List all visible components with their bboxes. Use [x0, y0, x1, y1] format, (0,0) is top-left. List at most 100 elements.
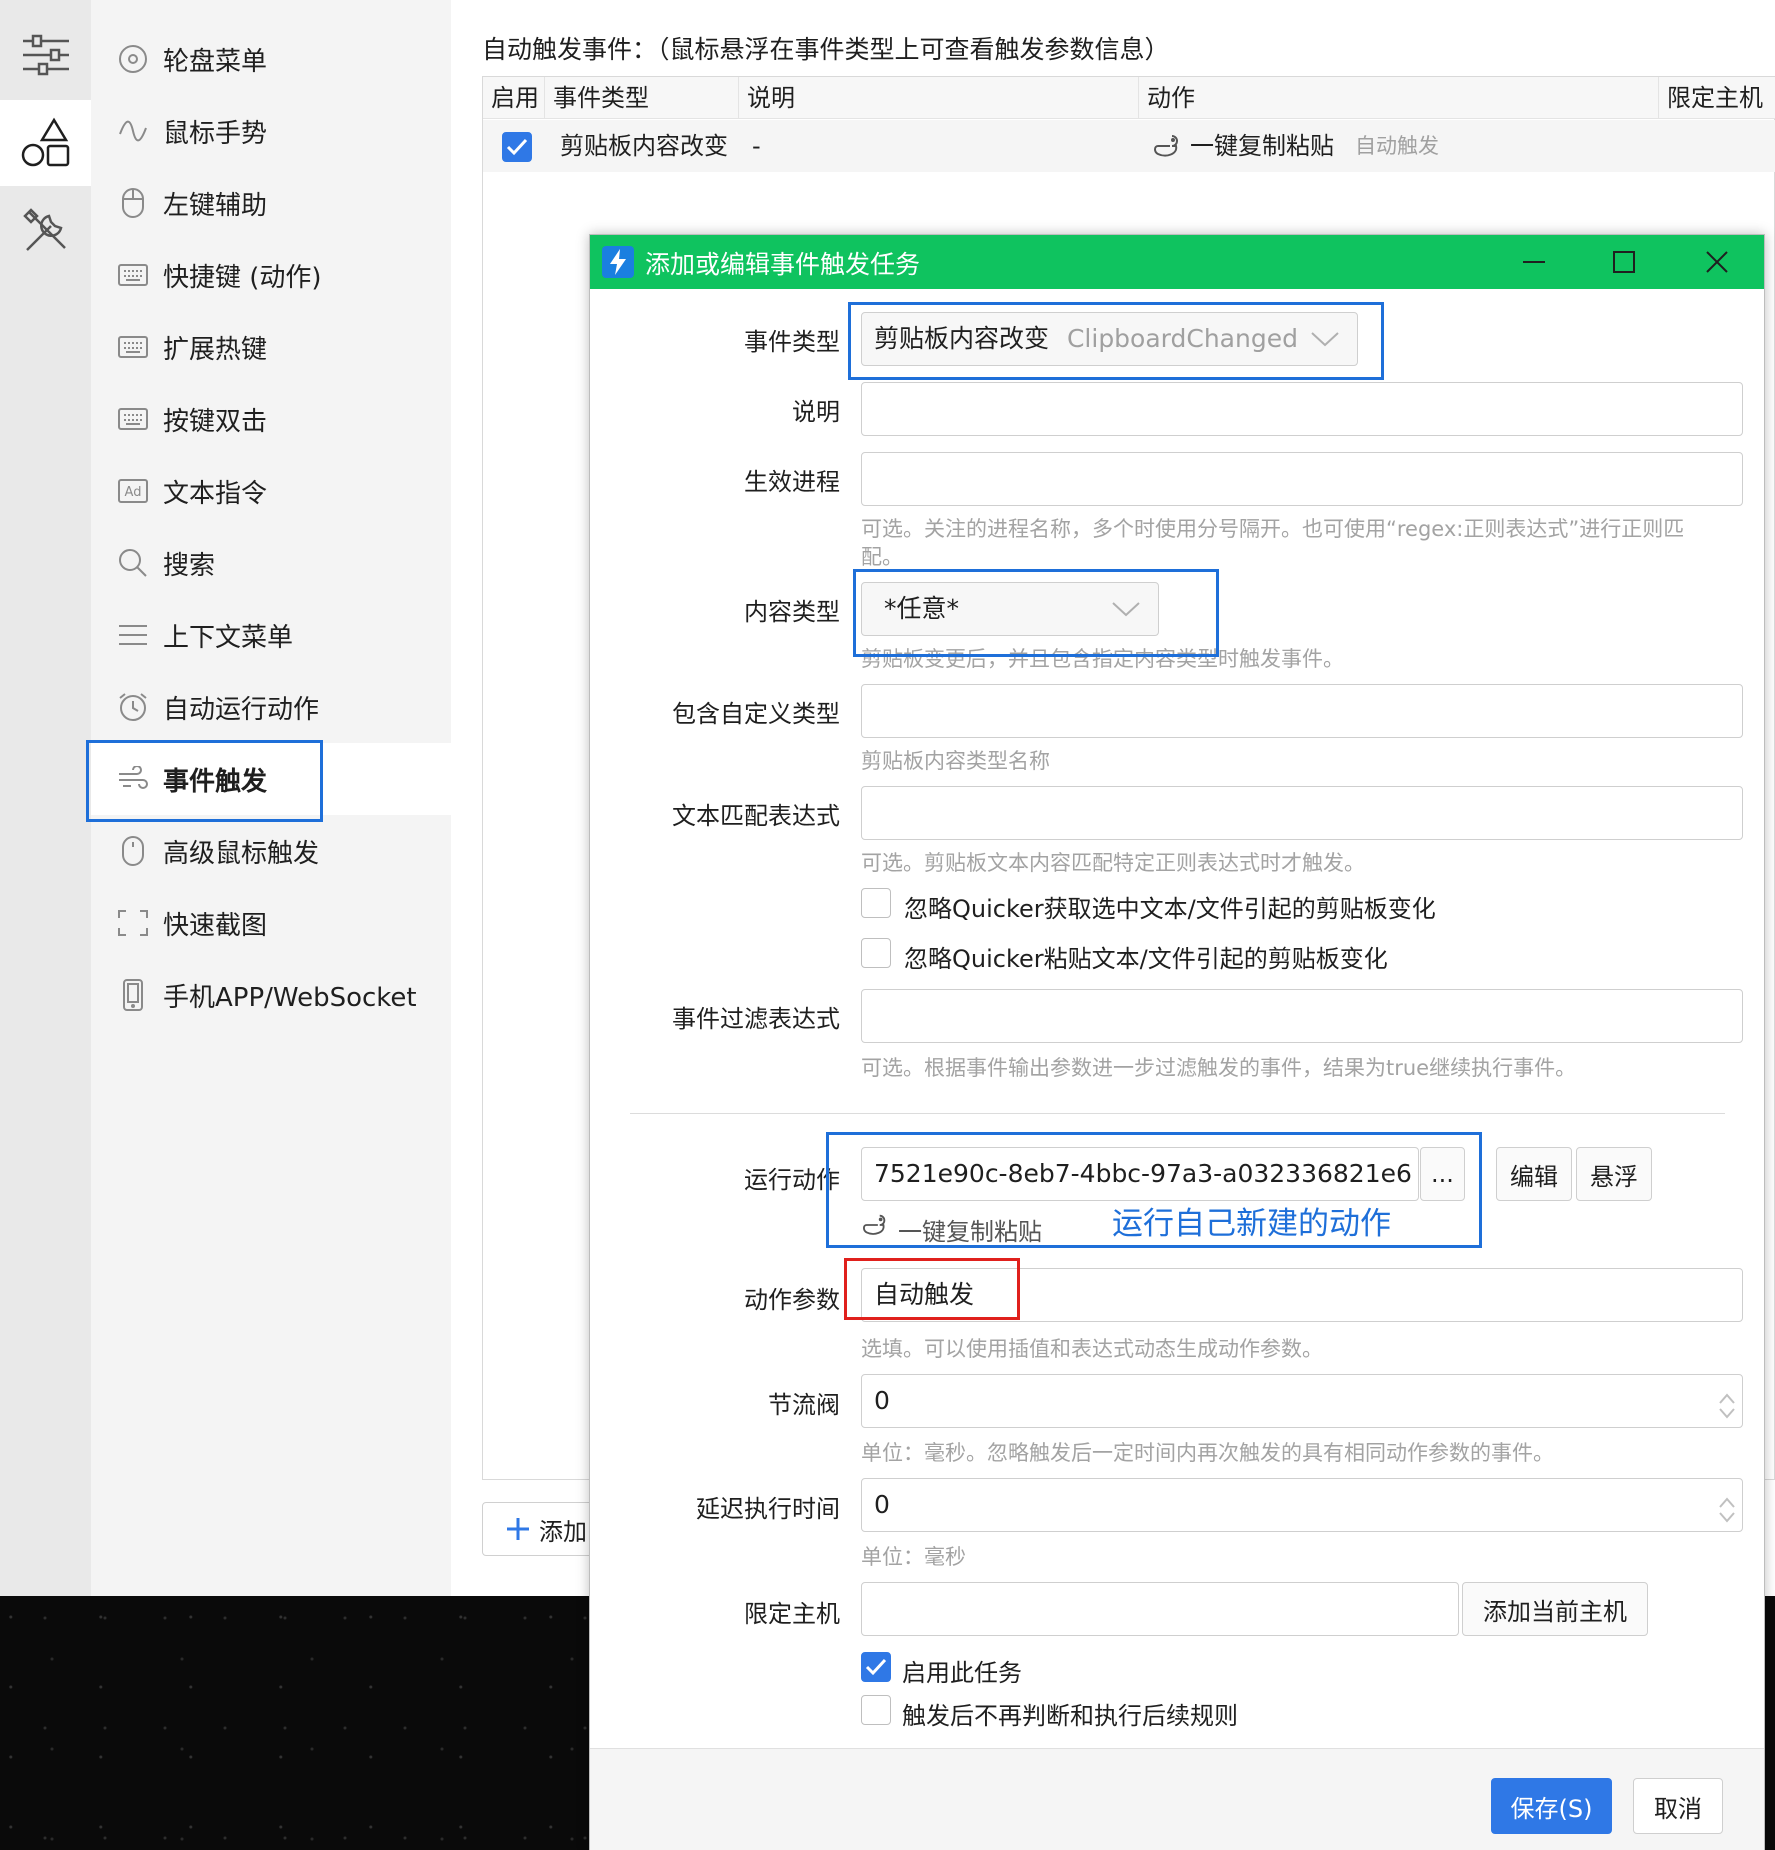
- divider: [630, 1113, 1725, 1114]
- ignore-paste-label: 忽略Quicker粘贴文本/文件引起的剪贴板变化: [904, 945, 1388, 973]
- row-enabled-checkbox[interactable]: [502, 132, 532, 162]
- menu-item-hotkey[interactable]: 快捷键 (动作): [91, 239, 451, 311]
- text-regex-hint: 可选。剪贴板文本内容匹配特定正则表达式时才触发。: [861, 851, 1365, 875]
- phone-icon: [117, 979, 149, 1011]
- menu-item-text-command[interactable]: Ad 文本指令: [91, 455, 451, 527]
- event-type-label: 事件类型: [744, 328, 840, 356]
- action-param-hint: 选填。可以使用插值和表达式动态生成动作参数。: [861, 1337, 1323, 1361]
- edit-action-button[interactable]: 编辑: [1496, 1147, 1572, 1201]
- ignore-paste-checkbox[interactable]: [861, 938, 891, 968]
- duck-icon: [1152, 132, 1184, 164]
- host-input[interactable]: [861, 1582, 1459, 1636]
- menu-item-label: 自动运行动作: [163, 694, 320, 725]
- menu-item-label: 搜索: [163, 550, 216, 581]
- custom-type-input[interactable]: [861, 684, 1743, 738]
- action-param-label: 动作参数: [744, 1286, 840, 1314]
- menu-item-left-click[interactable]: 左键辅助: [91, 167, 451, 239]
- col-desc[interactable]: 说明: [739, 77, 1139, 119]
- throttle-value: 0: [874, 1386, 890, 1415]
- ignore-get-label: 忽略Quicker获取选中文本/文件引起的剪贴板变化: [904, 895, 1436, 923]
- delay-hint: 单位：毫秒: [861, 1545, 966, 1569]
- custom-type-label: 包含自定义类型: [672, 700, 840, 728]
- menu-item-auto-run[interactable]: 自动运行动作: [91, 671, 451, 743]
- menu-item-label: 高级鼠标触发: [163, 838, 320, 869]
- filter-input[interactable]: [861, 989, 1743, 1043]
- throttle-hint: 单位：毫秒。忽略触发后一定时间内再次触发的具有相同动作参数的事件。: [861, 1441, 1554, 1465]
- tools-icon[interactable]: [0, 188, 91, 274]
- throttle-input[interactable]: 0: [861, 1374, 1743, 1428]
- col-enabled[interactable]: 启用: [483, 77, 545, 119]
- row-desc: -: [752, 132, 761, 160]
- text-regex-label: 文本匹配表达式: [672, 802, 840, 830]
- ignore-get-checkbox[interactable]: [861, 888, 891, 918]
- shapes-icon[interactable]: [0, 100, 91, 186]
- filter-label: 事件过滤表达式: [672, 1005, 840, 1033]
- menu-item-label: 快速截图: [163, 910, 268, 941]
- dialog-title: 添加或编辑事件触发任务: [645, 250, 921, 279]
- float-action-button[interactable]: 悬浮: [1576, 1147, 1652, 1201]
- mouse-icon: [117, 835, 149, 867]
- keyboard-icon: [117, 331, 149, 363]
- cancel-button[interactable]: 取消: [1633, 1778, 1723, 1834]
- run-action-label: 运行动作: [744, 1166, 840, 1194]
- maximize-button[interactable]: [1596, 240, 1652, 284]
- menu-item-label: 左键辅助: [163, 190, 268, 221]
- content-type-label: 内容类型: [744, 598, 840, 626]
- stop-after-label: 触发后不再判断和执行后续规则: [902, 1702, 1238, 1730]
- stop-after-checkbox[interactable]: [861, 1695, 891, 1725]
- delay-label: 延迟执行时间: [696, 1495, 840, 1523]
- delay-input[interactable]: 0: [861, 1478, 1743, 1532]
- menu-lines-icon: [117, 619, 149, 651]
- wheel-icon: [117, 43, 149, 75]
- highlight-content-type: [853, 569, 1219, 657]
- menu-item-phone-app[interactable]: 手机APP/WebSocket: [91, 959, 451, 1031]
- keyboard-icon: [117, 403, 149, 435]
- highlight-run-action: [826, 1132, 1482, 1248]
- add-current-host-button[interactable]: 添加当前主机: [1462, 1582, 1648, 1636]
- keyboard-icon: [117, 259, 149, 291]
- menu-item-ext-hotkey[interactable]: 扩展热键: [91, 311, 451, 383]
- spinner-icon[interactable]: [1718, 1387, 1736, 1427]
- app-logo-icon: [602, 246, 634, 282]
- spinner-icon[interactable]: [1718, 1491, 1736, 1531]
- sliders-icon[interactable]: [0, 12, 91, 98]
- menu-item-advanced-mouse[interactable]: 高级鼠标触发: [91, 815, 451, 887]
- desc-input[interactable]: [861, 382, 1743, 436]
- ad-icon: Ad: [117, 475, 149, 507]
- col-host[interactable]: 限定主机: [1659, 77, 1775, 119]
- menu-item-label: 鼠标手势: [163, 118, 268, 149]
- row-action-name: 一键复制粘贴: [1190, 132, 1334, 160]
- search-icon: [117, 547, 149, 579]
- page-title: 自动触发事件：（鼠标悬浮在事件类型上可查看触发参数信息）: [482, 35, 1170, 64]
- process-input[interactable]: [861, 452, 1743, 506]
- menu-item-label: 快捷键 (动作): [163, 262, 322, 293]
- row-action-param: 自动触发: [1355, 134, 1439, 158]
- menu-item-search[interactable]: 搜索: [91, 527, 451, 599]
- custom-type-hint: 剪贴板内容类型名称: [861, 749, 1050, 773]
- col-action[interactable]: 动作: [1139, 77, 1659, 119]
- minimize-button[interactable]: [1506, 240, 1562, 284]
- menu-item-label: 扩展热键: [163, 334, 268, 365]
- menu-item-screenshot[interactable]: 快速截图: [91, 887, 451, 959]
- menu-item-label: 手机APP/WebSocket: [163, 982, 417, 1013]
- menu-item-label: 按键双击: [163, 406, 268, 437]
- highlight-event-trigger: [86, 740, 323, 822]
- desc-label: 说明: [792, 398, 840, 426]
- save-button[interactable]: 保存(S): [1491, 1778, 1612, 1834]
- menu-item-double-press[interactable]: 按键双击: [91, 383, 451, 455]
- process-hint-cont: 配。: [861, 545, 903, 569]
- menu-item-gesture[interactable]: 鼠标手势: [91, 95, 451, 167]
- enable-task-checkbox[interactable]: [861, 1652, 891, 1682]
- highlight-action-param: [844, 1258, 1020, 1320]
- gesture-icon: [117, 115, 149, 147]
- text-regex-input[interactable]: [861, 786, 1743, 840]
- menu-item-context-menu[interactable]: 上下文菜单: [91, 599, 451, 671]
- process-hint: 可选。关注的进程名称，多个时使用分号隔开。也可使用“regex:正则表达式”进行…: [861, 517, 1685, 541]
- mouse-icon: [117, 187, 149, 219]
- menu-item-label: 轮盘菜单: [163, 46, 268, 77]
- highlight-event-type: [848, 302, 1384, 380]
- col-event-type[interactable]: 事件类型: [545, 77, 739, 119]
- close-button[interactable]: [1689, 240, 1745, 284]
- screenshot-icon: [117, 907, 149, 939]
- menu-item-wheel[interactable]: 轮盘菜单: [91, 23, 451, 95]
